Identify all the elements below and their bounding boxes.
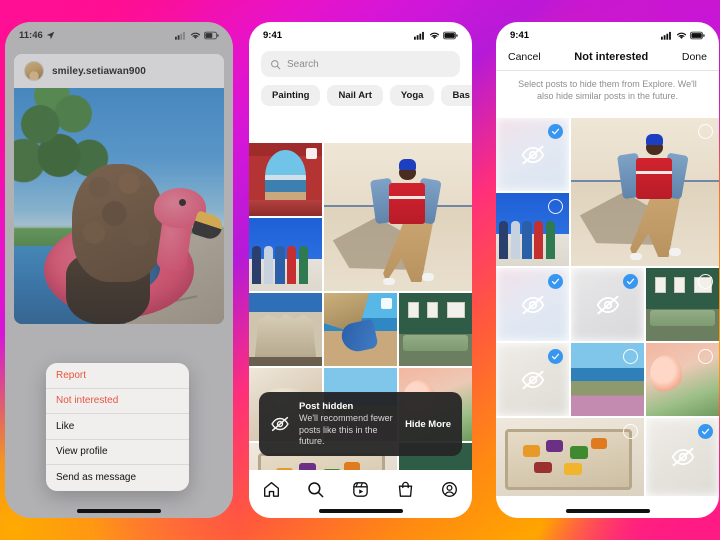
phone3-nav-bar: Cancel Not interested Done	[496, 44, 719, 70]
chip-nail-art[interactable]: Nail Art	[327, 85, 383, 106]
hide-more-button[interactable]: Hide More	[405, 419, 451, 430]
phone2-status-bar: 9:41	[249, 22, 472, 44]
context-menu-label: Not interested	[56, 395, 119, 407]
search-icon[interactable]	[306, 480, 325, 499]
grid-cell-friends[interactable]	[496, 193, 569, 266]
grid-cell-beach[interactable]	[324, 293, 397, 366]
wifi-icon	[676, 32, 687, 39]
search-placeholder: Search	[287, 58, 319, 70]
eye-slash-icon	[596, 295, 619, 314]
eye-slash-icon	[521, 370, 544, 389]
grid-cell-building[interactable]	[249, 293, 322, 366]
reels-icon[interactable]	[351, 480, 370, 499]
post-thumbnail	[324, 143, 472, 291]
context-menu-item-view-profile[interactable]: View profile	[46, 440, 189, 465]
phone2-home-indicator[interactable]	[318, 509, 403, 513]
context-menu-item-report[interactable]: Report	[46, 363, 189, 389]
eye-slash-icon	[271, 417, 289, 432]
unselected-circle-icon[interactable]	[623, 424, 638, 439]
phone3-instructions: Select posts to hide them from Explore. …	[518, 79, 697, 102]
grid-cell-friends[interactable]	[249, 218, 322, 291]
chip-yoga[interactable]: Yoga	[389, 85, 435, 106]
grid-cell-coast[interactable]	[571, 343, 644, 416]
search-input[interactable]: Search	[261, 51, 460, 77]
battery-icon	[690, 31, 705, 39]
post-thumbnail	[496, 418, 644, 496]
context-menu-label: Send as message	[56, 472, 137, 484]
phone1-context-menu: Report Not interested Like View profile …	[46, 363, 189, 491]
phone-1-post-context-menu: 11:46 smiley.setiawan900 Report Not inte…	[5, 22, 233, 518]
unselected-circle-icon[interactable]	[548, 199, 563, 214]
phone-3-not-interested-picker: 9:41 Cancel Not interested Done Select p…	[496, 22, 719, 518]
grid-cell-gallery[interactable]	[399, 293, 472, 366]
unselected-circle-icon[interactable]	[698, 124, 713, 139]
screenshot-stage: 11:46 smiley.setiawan900 Report Not inte…	[0, 0, 720, 540]
phone1-home-indicator[interactable]	[77, 509, 161, 513]
grid-cell-gallery[interactable]	[646, 268, 719, 341]
grid-cell-beach-selected[interactable]	[571, 268, 644, 341]
selected-checkmark-icon[interactable]	[548, 349, 563, 364]
eye-slash-icon	[521, 145, 544, 164]
post-thumbnail	[249, 218, 322, 291]
grid-cell-veg[interactable]	[496, 418, 644, 496]
unselected-circle-icon[interactable]	[698, 274, 713, 289]
context-menu-item-send-as-message[interactable]: Send as message	[46, 465, 189, 491]
context-menu-item-like[interactable]: Like	[46, 414, 189, 440]
chip-basketball[interactable]: Bas	[441, 85, 472, 106]
phone-2-explore-feed: 9:41 Search Painting Nail Art Yoga Bas P…	[249, 22, 472, 518]
unselected-circle-icon[interactable]	[698, 349, 713, 364]
saved-badge-icon	[306, 148, 317, 159]
post-thumbnail	[399, 293, 472, 366]
grid-cell-flowers[interactable]	[646, 343, 719, 416]
profile-circle-icon[interactable]	[440, 480, 459, 499]
eye-slash-icon	[671, 447, 694, 467]
grid-cell-dancer[interactable]	[324, 143, 472, 291]
selected-checkmark-icon[interactable]	[548, 274, 563, 289]
wifi-icon	[429, 32, 440, 39]
home-icon[interactable]	[262, 480, 281, 499]
grid-cell-building-selected[interactable]	[496, 268, 569, 341]
eye-slash-icon	[521, 295, 544, 314]
grid-cell-arch[interactable]	[249, 143, 322, 216]
cancel-button[interactable]: Cancel	[508, 51, 541, 63]
phone2-category-chips[interactable]: Painting Nail Art Yoga Bas	[249, 77, 472, 114]
shop-bag-icon[interactable]	[396, 480, 415, 499]
phone2-search-section: Search	[249, 44, 472, 77]
toast-subtitle: We'll recommend fewer posts like this in…	[299, 413, 393, 446]
chip-painting[interactable]: Painting	[261, 85, 321, 106]
context-menu-label: Report	[56, 369, 87, 381]
toast-title: Post hidden	[299, 401, 354, 413]
selected-checkmark-icon[interactable]	[698, 424, 713, 439]
page-title: Not interested	[574, 51, 649, 63]
phone3-status-bar: 9:41	[496, 22, 719, 44]
phone2-status-time: 9:41	[263, 29, 283, 41]
phone3-selection-grid	[496, 118, 719, 518]
cellular-signal-icon	[414, 31, 424, 40]
grid-cell-arch-selected[interactable]	[496, 118, 569, 191]
context-menu-label: View profile	[56, 446, 108, 458]
grid-cell-table-selected[interactable]	[646, 418, 719, 496]
context-menu-label: Like	[56, 420, 75, 432]
grid-cell-sand-selected[interactable]	[496, 343, 569, 416]
phone3-home-indicator[interactable]	[565, 509, 650, 513]
done-button[interactable]: Done	[682, 51, 707, 63]
context-menu-item-not-interested[interactable]: Not interested	[46, 389, 189, 414]
battery-icon	[443, 31, 458, 39]
post-thumbnail	[249, 293, 322, 366]
phone3-status-time: 9:41	[510, 29, 530, 41]
post-thumbnail	[571, 118, 719, 266]
post-hidden-toast: Post hidden We'll recommend fewer posts …	[259, 392, 462, 456]
unselected-circle-icon[interactable]	[623, 349, 638, 364]
cellular-signal-icon	[661, 31, 671, 40]
selected-checkmark-icon[interactable]	[623, 274, 638, 289]
saved-badge-icon	[381, 298, 392, 309]
selected-checkmark-icon[interactable]	[548, 124, 563, 139]
grid-cell-dancer[interactable]	[571, 118, 719, 266]
search-icon	[271, 59, 281, 69]
